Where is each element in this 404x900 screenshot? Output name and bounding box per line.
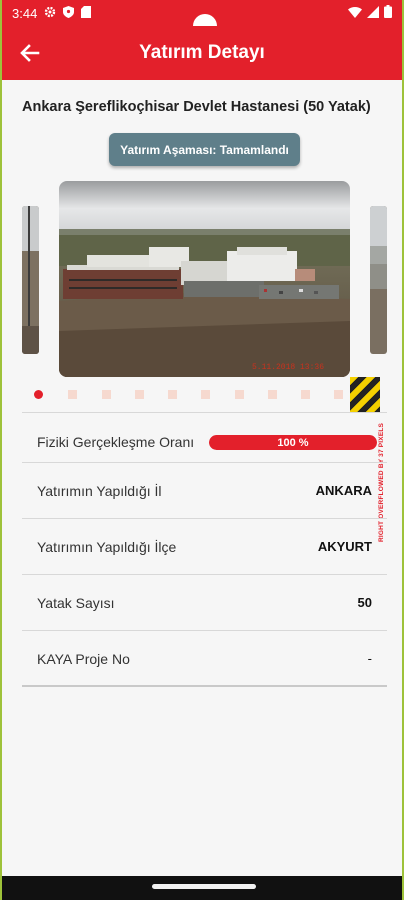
main-photo[interactable]: 5.11.2018 13:36 xyxy=(59,181,350,377)
investment-title: Ankara Şereflikoçhisar Devlet Hastanesi … xyxy=(22,99,371,115)
progress-bar: 100 % xyxy=(209,435,377,450)
detail-value: ANKARA xyxy=(315,483,372,498)
status-time: 3:44 xyxy=(12,5,38,21)
battery-icon xyxy=(384,5,392,21)
wifi-icon xyxy=(348,6,362,21)
detail-label: Yatırımın Yapıldığı İl xyxy=(37,482,162,499)
detail-row-district: Yatırımın Yapıldığı İlçe AKYURT xyxy=(37,519,372,574)
divider xyxy=(22,412,387,413)
page-title: Yatırım Detayı xyxy=(139,42,265,63)
detail-label: KAYA Proje No xyxy=(37,650,130,667)
next-photo[interactable] xyxy=(370,206,387,354)
app-bar: Yatırım Detayı xyxy=(2,26,402,80)
carousel-dot-active[interactable] xyxy=(34,390,43,399)
detail-value: - xyxy=(367,651,372,666)
shield-icon xyxy=(63,5,75,21)
carousel-dot[interactable] xyxy=(301,390,310,399)
divider xyxy=(22,685,387,687)
investment-detail: Ankara Şereflikoçhisar Devlet Hastanesi … xyxy=(2,80,402,876)
image-carousel[interactable]: 5.11.2018 13:36 xyxy=(2,181,402,381)
system-nav-bar xyxy=(2,876,402,900)
stage-badge[interactable]: Yatırım Aşaması: Tamamlandı xyxy=(109,133,300,166)
photo-timestamp: 5.11.2018 13:36 xyxy=(252,363,324,372)
detail-label: Yatırımın Yapıldığı İlçe xyxy=(37,538,177,555)
detail-row-project-no: KAYA Proje No - xyxy=(37,631,372,686)
carousel-dot[interactable] xyxy=(102,390,111,399)
previous-photo[interactable] xyxy=(22,206,39,354)
signal-icon xyxy=(367,5,379,21)
detail-value: AKYURT xyxy=(317,539,372,554)
carousel-indicator xyxy=(2,390,402,402)
settings-icon xyxy=(44,6,56,21)
sd-card-icon xyxy=(81,5,92,21)
progress-label: Fiziki Gerçekleşme Oranı xyxy=(37,434,195,450)
carousel-dot[interactable] xyxy=(168,390,177,399)
progress-row: Fiziki Gerçekleşme Oranı 100 % xyxy=(37,432,377,452)
detail-value: 50 xyxy=(357,595,372,610)
carousel-dot[interactable] xyxy=(268,390,277,399)
carousel-dot[interactable] xyxy=(334,390,343,399)
detail-row-province: Yatırımın Yapıldığı İl ANKARA xyxy=(37,463,372,518)
carousel-dot[interactable] xyxy=(201,390,210,399)
carousel-dot[interactable] xyxy=(235,390,244,399)
overflow-warning-stripe xyxy=(350,377,380,413)
carousel-dot[interactable] xyxy=(68,390,77,399)
detail-row-bed-count: Yatak Sayısı 50 xyxy=(37,575,372,630)
detail-label: Yatak Sayısı xyxy=(37,594,115,611)
app-frame: 3:44 Yatırım Detayı Ankara Şereflikoçhis… xyxy=(0,0,404,900)
progress-value: 100 % xyxy=(277,436,309,449)
overflow-warning-text: RIGHT OVERFLOWED BY 37 PIXELS xyxy=(378,422,385,542)
carousel-dot[interactable] xyxy=(135,390,144,399)
arrow-left-icon xyxy=(20,44,40,62)
back-button[interactable] xyxy=(16,39,44,67)
home-gesture-handle[interactable] xyxy=(152,884,256,889)
